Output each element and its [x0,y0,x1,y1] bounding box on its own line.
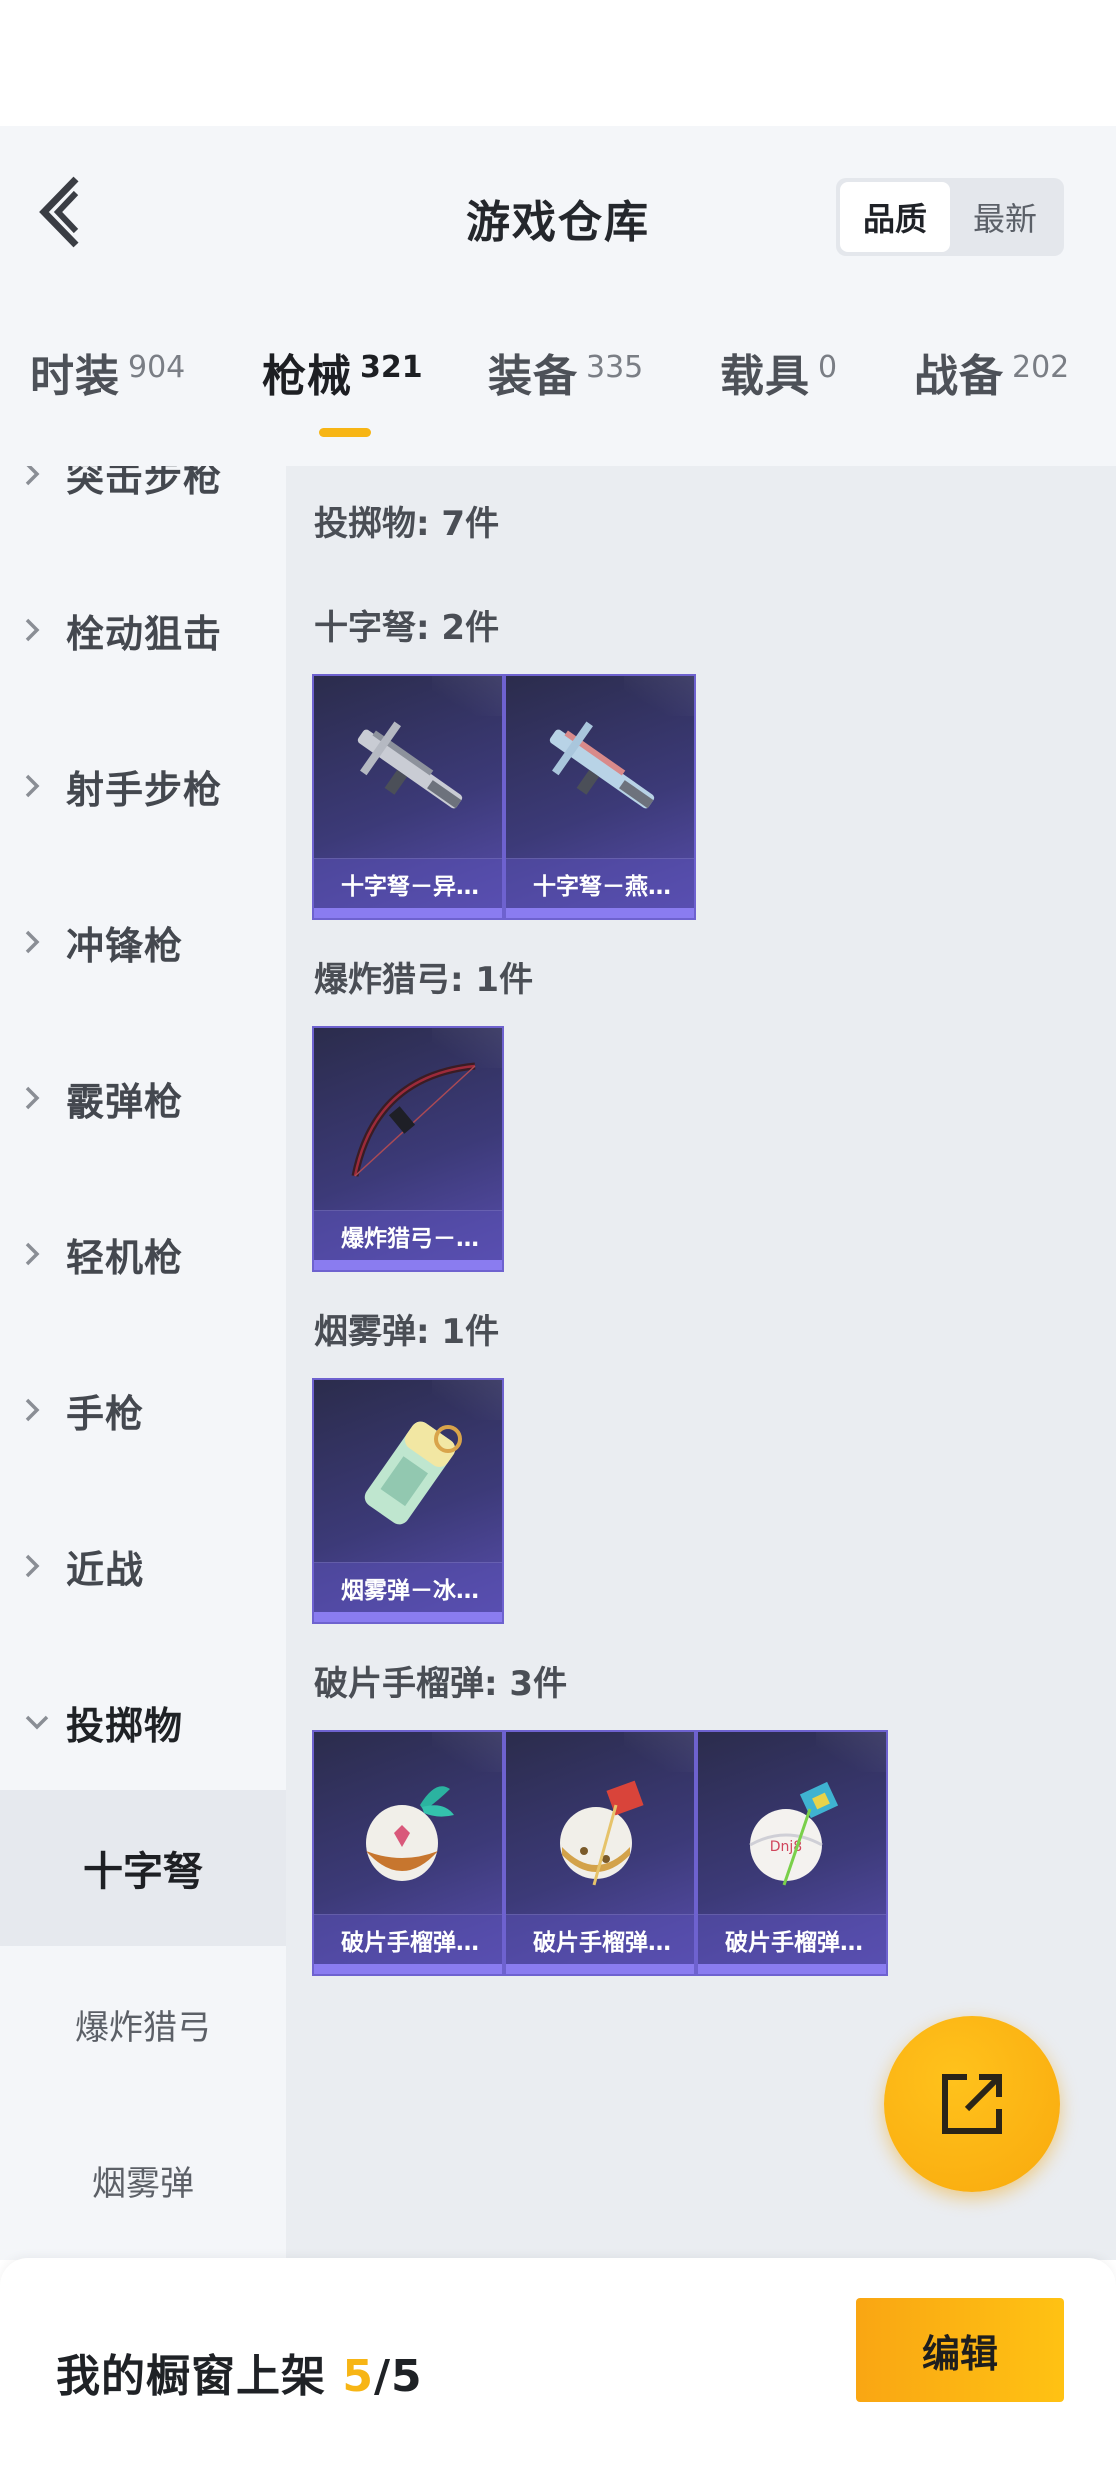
rarity-bar [698,1964,886,1974]
footer: 我的橱窗上架 5/5 编辑 [0,2258,1116,2484]
frag-grenade-image [314,1732,502,1918]
section-summary: 投掷物: 7件 [314,504,500,544]
category-tabs: 时装 904 枪械 321 装备 335 载具 0 战备 202 [0,340,1116,460]
chevron-right-icon [24,929,54,955]
chevron-right-icon [24,1085,54,1111]
status-bar [0,0,1116,126]
sidebar-item-label: 栓动狙击 [66,611,223,656]
group-title: 烟雾弹: 1件 [314,1312,500,1352]
sidebar-item-melee[interactable]: 近战 [0,1488,286,1644]
sort-toggle[interactable]: 品质 最新 [836,178,1064,256]
bow-image [314,1028,502,1214]
sidebar-subitem-smoke-grenade[interactable]: 烟雾弹 [0,2102,286,2258]
group-title: 爆炸猎弓: 1件 [314,960,534,1000]
rarity-bar [506,908,694,918]
item-card[interactable]: 爆炸猎弓－… [312,1026,504,1272]
sidebar: 突击步枪 栓动狙击 射手步枪 冲锋枪 霰弹枪 轻机枪 手枪 近战 投掷物 十字弩… [0,466,286,2260]
card-row: 十字弩－异… 十字弩－燕… [312,674,696,920]
tab-count: 0 [818,350,838,385]
card-row: 爆炸猎弓－… [312,1026,504,1272]
tab-label: 装备 [488,351,578,402]
tab-firearms[interactable]: 枪械 321 [262,340,423,460]
sidebar-item-smg[interactable]: 冲锋枪 [0,864,286,1020]
item-card[interactable]: 十字弩－燕… [504,674,696,920]
item-name: 十字弩－燕… [506,858,694,908]
sidebar-item-label: 突击步枪 [66,466,223,500]
tab-fashion[interactable]: 时装 904 [30,340,185,460]
smoke-grenade-image [314,1380,502,1566]
tab-label: 战备 [914,351,1004,402]
item-name: 烟雾弹－冰… [314,1562,502,1612]
item-name: 爆炸猎弓－… [314,1210,502,1260]
tab-count: 904 [128,350,186,385]
item-card[interactable]: 破片手榴弹… [312,1730,504,1976]
group-title: 十字弩: 2件 [314,608,500,648]
item-card[interactable]: 破片手榴弹… [504,1730,696,1976]
rarity-bar [314,1964,502,1974]
rarity-bar [314,1612,502,1622]
item-name: 十字弩－异… [314,858,502,908]
showcase-label: 我的橱窗上架 [56,2351,326,2402]
tab-vehicles[interactable]: 载具 0 [720,340,837,460]
rarity-bar [314,908,502,918]
tab-label: 枪械 [262,351,352,402]
item-name: 破片手榴弹… [698,1914,886,1964]
sidebar-item-bolt-sniper[interactable]: 栓动狙击 [0,552,286,708]
tab-label: 载具 [720,351,810,402]
card-row: 破片手榴弹… 破片手榴弹… Dnj8 破片手榴弹… [312,1730,888,1976]
tab-label: 时装 [30,351,120,402]
sidebar-item-label: 近战 [66,1547,145,1592]
chevron-right-icon [24,466,54,487]
item-card[interactable]: 烟雾弹－冰… [312,1378,504,1624]
crossbow-image [506,676,694,862]
chevron-right-icon [24,1241,54,1267]
tab-count: 335 [586,350,644,385]
item-card[interactable]: 十字弩－异… [312,674,504,920]
sidebar-item-throwables[interactable]: 投掷物 [0,1644,286,1800]
sidebar-item-label: 投掷物 [66,1703,184,1748]
sidebar-item-label: 霰弹枪 [66,1079,184,1124]
frag-grenade-image [506,1732,694,1918]
sidebar-item-label: 轻机枪 [66,1235,184,1280]
chevron-right-icon [24,1553,54,1579]
tab-equipment[interactable]: 装备 335 [488,340,643,460]
sort-latest-option[interactable]: 最新 [950,182,1060,252]
rarity-bar [314,1260,502,1270]
sidebar-subitem-crossbow[interactable]: 十字弩 [0,1790,286,1946]
chevron-right-icon [24,617,54,643]
showcase-current: 5 [342,2351,374,2402]
chevron-right-icon [24,773,54,799]
sidebar-item-marksman-rifle[interactable]: 射手步枪 [0,708,286,864]
sort-quality-option[interactable]: 品质 [840,182,950,252]
chevron-right-icon [24,1397,54,1423]
tab-count: 321 [360,350,423,385]
item-list: 投掷物: 7件 十字弩: 2件 十字弩－异… 十字弩－燕… 爆炸猎弓: 1件 爆… [286,466,1116,2260]
rarity-bar [506,1964,694,1974]
sidebar-item-assault-rifle[interactable]: 突击步枪 [0,466,286,552]
item-name: 破片手榴弹… [314,1914,502,1964]
chevron-down-icon [24,1714,54,1730]
item-card[interactable]: Dnj8 破片手榴弹… [696,1730,888,1976]
frag-grenade-image: Dnj8 [698,1732,886,1918]
card-row: 烟雾弹－冰… [312,1378,504,1624]
tab-count: 202 [1012,350,1070,385]
tab-supplies[interactable]: 战备 202 [914,340,1069,460]
sidebar-item-label: 手枪 [66,1391,145,1436]
group-title: 破片手榴弹: 3件 [314,1664,568,1704]
sidebar-item-pistol[interactable]: 手枪 [0,1332,286,1488]
sidebar-item-shotgun[interactable]: 霰弹枪 [0,1020,286,1176]
sidebar-item-label: 冲锋枪 [66,923,184,968]
share-icon [942,2074,1002,2134]
showcase-status: 我的橱窗上架 5/5 [56,2340,423,2404]
share-button[interactable] [884,2016,1060,2192]
item-name: 破片手榴弹… [506,1914,694,1964]
sidebar-item-label: 射手步枪 [66,767,223,812]
crossbow-image [314,676,502,862]
sidebar-subitem-explosive-bow[interactable]: 爆炸猎弓 [0,1946,286,2102]
active-tab-indicator [319,428,371,437]
edit-button[interactable]: 编辑 [856,2298,1064,2402]
showcase-total: /5 [373,2351,423,2402]
sidebar-item-lmg[interactable]: 轻机枪 [0,1176,286,1332]
